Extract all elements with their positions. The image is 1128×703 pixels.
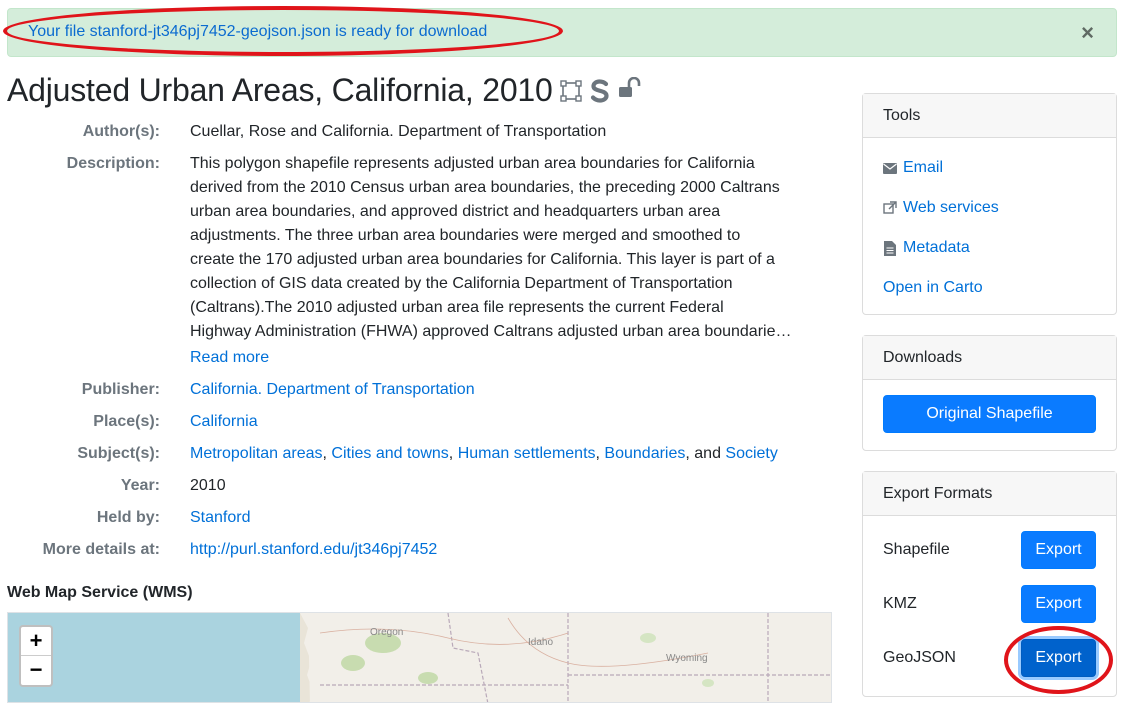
downloads-header: Downloads bbox=[863, 336, 1116, 380]
file-icon bbox=[883, 240, 897, 256]
places-label: Place(s): bbox=[93, 413, 160, 430]
publisher-row: Publisher: California. Department of Tra… bbox=[7, 378, 837, 402]
purl-link[interactable]: http://purl.stanford.edu/jt346pj7452 bbox=[190, 541, 437, 558]
tools-list: Email Web services Metadata Open in Cart… bbox=[863, 138, 1116, 308]
web-services-link[interactable]: Web services bbox=[903, 199, 999, 217]
subjects-row: Subject(s): Metropolitan areas, Cities a… bbox=[7, 442, 837, 466]
year-value: 2010 bbox=[190, 477, 226, 494]
metadata-list: Author(s): Cuellar, Rose and California.… bbox=[7, 120, 837, 570]
alert-message: Your file stanford-jt346pj7452-geojson.j… bbox=[28, 23, 488, 40]
read-more-link[interactable]: Read more bbox=[190, 349, 269, 366]
downloads-card: Downloads Original Shapefile bbox=[862, 335, 1117, 451]
authors-value: Cuellar, Rose and California. Department… bbox=[190, 123, 607, 140]
original-shapefile-button[interactable]: Original Shapefile bbox=[883, 395, 1096, 433]
wms-map[interactable]: Oregon Idaho Wyoming + − bbox=[7, 612, 832, 703]
map-tiles bbox=[8, 613, 831, 702]
subject-link[interactable]: Human settlements bbox=[458, 445, 596, 462]
publisher-link[interactable]: California. Department of Transportation bbox=[190, 381, 475, 398]
export-header: Export Formats bbox=[863, 472, 1116, 516]
polygon-icon bbox=[559, 79, 582, 102]
subject-link[interactable]: Cities and towns bbox=[331, 445, 448, 462]
description-line: This polygon shapefile represents adjust… bbox=[190, 155, 755, 172]
zoom-control: + − bbox=[19, 625, 53, 687]
export-kmz-button[interactable]: Export bbox=[1021, 585, 1096, 623]
description-line: collection of GIS data created by the Ca… bbox=[190, 275, 733, 292]
email-link[interactable]: Email bbox=[903, 159, 943, 177]
download-ready-alert: Your file stanford-jt346pj7452-geojson.j… bbox=[7, 8, 1117, 57]
tool-item-carto[interactable]: Open in Carto bbox=[883, 268, 1096, 308]
wms-title: Web Map Service (WMS) bbox=[7, 584, 193, 601]
tool-item-metadata[interactable]: Metadata bbox=[883, 228, 1096, 268]
export-format-label: GeoJSON bbox=[883, 649, 956, 666]
description-value: This polygon shapefile represents adjust… bbox=[190, 152, 800, 370]
close-icon[interactable]: × bbox=[1081, 22, 1094, 44]
year-row: Year: 2010 bbox=[7, 474, 837, 498]
description-line: (Caltrans).The 2010 adjusted urban area … bbox=[190, 299, 724, 316]
open-in-carto-link[interactable]: Open in Carto bbox=[883, 279, 983, 297]
tools-header: Tools bbox=[863, 94, 1116, 138]
page-title: Adjusted Urban Areas, California, 2010 bbox=[7, 72, 553, 108]
export-row-geojson: GeoJSON Export bbox=[863, 631, 1116, 685]
description-row: Description: This polygon shapefile repr… bbox=[7, 152, 837, 370]
description-line: adjustments. The three urban area bounda… bbox=[190, 227, 741, 244]
more-details-label: More details at: bbox=[42, 541, 160, 558]
held-by-link[interactable]: Stanford bbox=[190, 509, 250, 526]
export-row-shapefile: Shapefile Export bbox=[863, 523, 1116, 577]
title-icons bbox=[559, 76, 642, 104]
more-details-row: More details at: http://purl.stanford.ed… bbox=[7, 538, 837, 562]
tool-item-web-services[interactable]: Web services bbox=[883, 188, 1096, 228]
authors-label: Author(s): bbox=[82, 123, 160, 140]
subject-link[interactable]: Society bbox=[725, 445, 777, 462]
description-line: derived from the 2010 Census urban area … bbox=[190, 179, 780, 196]
export-format-label: KMZ bbox=[883, 595, 917, 612]
map-label-idaho: Idaho bbox=[528, 637, 554, 648]
unlock-icon bbox=[618, 76, 642, 104]
description-line: Highway Administration (FHWA) approved C… bbox=[190, 323, 792, 340]
zoom-in-button[interactable]: + bbox=[21, 627, 51, 656]
stanford-icon bbox=[589, 78, 611, 103]
map-label-wyoming: Wyoming bbox=[666, 653, 708, 664]
tool-item-email[interactable]: Email bbox=[883, 148, 1096, 188]
subject-separator: , bbox=[448, 445, 458, 462]
subjects-value: Metropolitan areas, Cities and towns, Hu… bbox=[190, 442, 800, 466]
authors-row: Author(s): Cuellar, Rose and California.… bbox=[7, 120, 837, 144]
metadata-link[interactable]: Metadata bbox=[903, 239, 970, 257]
export-format-label: Shapefile bbox=[883, 541, 950, 558]
places-row: Place(s): California bbox=[7, 410, 837, 434]
description-line: create the 170 adjusted urban area bound… bbox=[190, 251, 775, 268]
map-label-oregon: Oregon bbox=[370, 627, 404, 638]
page-title-row: Adjusted Urban Areas, California, 2010 bbox=[7, 72, 642, 109]
subject-link[interactable]: Metropolitan areas bbox=[190, 445, 323, 462]
publisher-label: Publisher: bbox=[81, 381, 160, 398]
export-formats-card: Export Formats Shapefile Export KMZ Expo… bbox=[862, 471, 1117, 697]
zoom-out-button[interactable]: − bbox=[21, 656, 51, 685]
envelope-icon bbox=[883, 161, 897, 175]
subjects-label: Subject(s): bbox=[77, 445, 160, 462]
description-line: urban area boundaries, and approved dist… bbox=[190, 203, 721, 220]
export-geojson-button[interactable]: Export bbox=[1021, 639, 1096, 677]
subject-separator: , and bbox=[685, 445, 726, 462]
place-link[interactable]: California bbox=[190, 413, 258, 430]
description-label: Description: bbox=[66, 155, 160, 172]
held-by-row: Held by: Stanford bbox=[7, 506, 837, 530]
export-shapefile-button[interactable]: Export bbox=[1021, 531, 1096, 569]
held-by-label: Held by: bbox=[96, 509, 160, 526]
external-link-icon bbox=[883, 201, 897, 215]
export-row-kmz: KMZ Export bbox=[863, 577, 1116, 631]
subject-link[interactable]: Boundaries bbox=[604, 445, 685, 462]
tools-card: Tools Email Web services Metadata Open i… bbox=[862, 93, 1117, 315]
year-label: Year: bbox=[120, 477, 160, 494]
